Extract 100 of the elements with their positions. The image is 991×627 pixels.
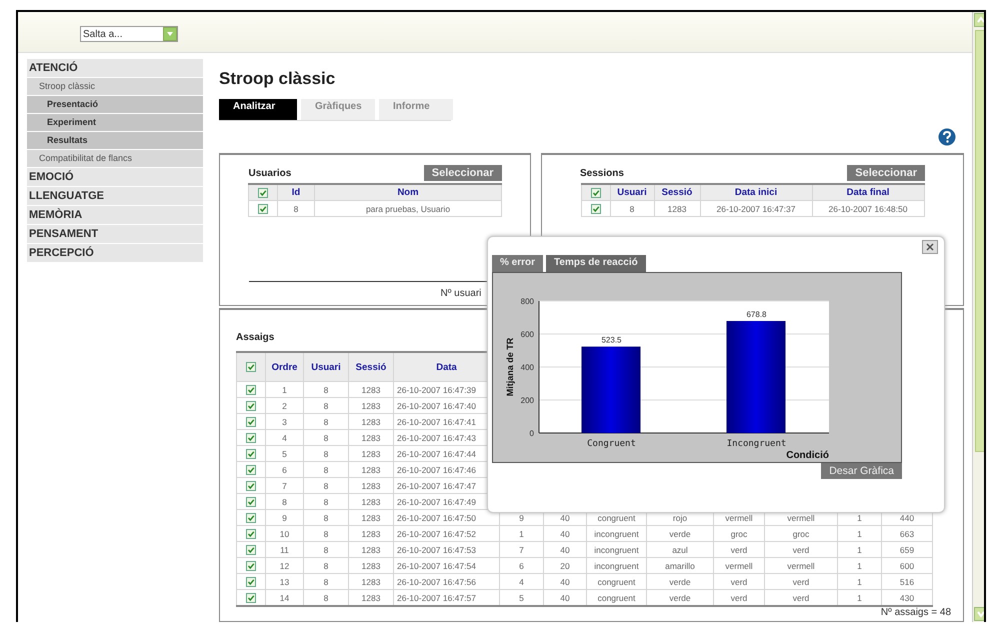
sidebar-item[interactable]: LLENGUATGE bbox=[27, 187, 203, 206]
checkbox[interactable] bbox=[246, 496, 256, 506]
table-cell: 1283 bbox=[348, 430, 394, 446]
table-cell: 1283 bbox=[348, 382, 394, 398]
table-cell: congruent bbox=[586, 574, 646, 590]
checkbox[interactable] bbox=[246, 416, 256, 426]
table-cell: 26-10-2007 16:47:54 bbox=[394, 558, 500, 574]
table-cell: 1283 bbox=[348, 446, 394, 462]
table-cell: 26-10-2007 16:47:56 bbox=[394, 574, 500, 590]
table-cell: 8 bbox=[304, 398, 348, 414]
checkbox[interactable] bbox=[258, 204, 268, 214]
checkbox[interactable] bbox=[246, 560, 256, 570]
table-cell: 9 bbox=[266, 510, 304, 526]
checkbox[interactable] bbox=[246, 400, 256, 410]
sidebar-item[interactable]: EMOCIÓ bbox=[27, 168, 203, 187]
table-cell: 3 bbox=[266, 414, 304, 430]
table-cell: 11 bbox=[266, 542, 304, 558]
column-header[interactable]: Ordre bbox=[266, 352, 304, 382]
column-header[interactable]: Sessió bbox=[348, 352, 394, 382]
table-cell: groc bbox=[714, 526, 764, 542]
sidebar-item[interactable]: Stroop clàssic bbox=[27, 78, 203, 96]
table-cell: 4 bbox=[266, 430, 304, 446]
table-cell: verde bbox=[646, 574, 714, 590]
column-header[interactable]: Sessió bbox=[654, 184, 700, 200]
checkbox[interactable] bbox=[246, 384, 256, 394]
table-cell: verde bbox=[646, 526, 714, 542]
table-cell: 1283 bbox=[654, 200, 700, 216]
table-cell: 6 bbox=[266, 462, 304, 478]
table-cell: 8 bbox=[610, 200, 654, 216]
table-cell: 1283 bbox=[348, 494, 394, 510]
table-cell: 40 bbox=[544, 574, 586, 590]
table-cell: 4 bbox=[500, 574, 544, 590]
column-header[interactable]: Data inici bbox=[700, 184, 812, 200]
sidebar-item[interactable]: PENSAMENT bbox=[27, 225, 203, 244]
table-cell: 6 bbox=[500, 558, 544, 574]
checkbox[interactable] bbox=[246, 448, 256, 458]
checkbox[interactable] bbox=[246, 464, 256, 474]
sidebar-item[interactable]: Compatibilitat de flancs bbox=[27, 150, 203, 168]
table-cell: 40 bbox=[544, 542, 586, 558]
checkbox[interactable] bbox=[246, 592, 256, 602]
user-count: Nº usuari bbox=[440, 288, 482, 299]
caret-icon bbox=[163, 27, 177, 41]
table-cell: 2 bbox=[266, 398, 304, 414]
table-cell: 26-10-2007 16:48:50 bbox=[812, 200, 924, 216]
column-header[interactable]: Data final bbox=[812, 184, 924, 200]
table-cell: incongruent bbox=[586, 558, 646, 574]
sidebar-item[interactable]: PERCEPCIÓ bbox=[27, 244, 203, 263]
table-cell: 1 bbox=[500, 526, 544, 542]
table-cell: 1 bbox=[838, 558, 882, 574]
table-cell: para pruebas, Usuario bbox=[314, 200, 502, 216]
sidebar-item[interactable]: Presentació bbox=[27, 96, 203, 114]
column-header[interactable]: Usuari bbox=[304, 352, 348, 382]
table-cell: 8 bbox=[304, 430, 348, 446]
table-cell: verd bbox=[764, 542, 838, 558]
sidebar-item[interactable]: MEMÒRIA bbox=[27, 206, 203, 225]
select-button[interactable]: Seleccionar bbox=[847, 165, 925, 181]
table-cell: 8 bbox=[304, 526, 348, 542]
checkbox[interactable] bbox=[590, 188, 600, 198]
axis-tick-label: 800 bbox=[520, 297, 534, 306]
checkbox[interactable] bbox=[246, 362, 256, 372]
table-cell: 600 bbox=[882, 558, 932, 574]
help-icon[interactable] bbox=[938, 128, 956, 146]
table-cell: 12 bbox=[266, 558, 304, 574]
table-cell: 8 bbox=[304, 494, 348, 510]
table-cell: 7 bbox=[266, 478, 304, 494]
checkbox[interactable] bbox=[246, 432, 256, 442]
checkbox[interactable] bbox=[246, 512, 256, 522]
sidebar-item[interactable]: Resultats bbox=[27, 132, 203, 150]
checkbox[interactable] bbox=[258, 188, 268, 198]
table-cell: 1283 bbox=[348, 510, 394, 526]
column-header[interactable]: Nom bbox=[314, 184, 502, 200]
table-cell: 13 bbox=[266, 574, 304, 590]
checkbox[interactable] bbox=[246, 528, 256, 538]
table-cell: 8 bbox=[304, 446, 348, 462]
checkbox[interactable] bbox=[246, 480, 256, 490]
category-label: Congruent bbox=[587, 439, 636, 449]
checkbox[interactable] bbox=[246, 576, 256, 586]
table-cell: 20 bbox=[544, 558, 586, 574]
table-cell: verd bbox=[714, 574, 764, 590]
table-cell: 8 bbox=[304, 478, 348, 494]
table-cell: 7 bbox=[500, 542, 544, 558]
save-chart-button[interactable]: Desar Gràfica bbox=[821, 463, 902, 479]
tab[interactable]: Temps de reacció bbox=[546, 255, 646, 272]
table-cell: 26-10-2007 16:47:52 bbox=[394, 526, 500, 542]
column-header[interactable]: Id bbox=[278, 184, 314, 200]
column-header[interactable]: Usuari bbox=[610, 184, 654, 200]
sidebar-item[interactable]: ATENCIÓ bbox=[27, 59, 203, 78]
tab[interactable]: Analitzar bbox=[219, 99, 297, 120]
close-button[interactable] bbox=[922, 240, 938, 254]
x-axis-title: Condició bbox=[786, 450, 829, 461]
jump-dropdown[interactable]: Salta a... bbox=[80, 26, 178, 42]
scroll-thumb[interactable] bbox=[975, 30, 984, 452]
scrollbar[interactable] bbox=[972, 12, 984, 622]
checkbox[interactable] bbox=[246, 544, 256, 554]
sidebar-item[interactable]: Experiment bbox=[27, 114, 203, 132]
checkbox[interactable] bbox=[590, 204, 600, 214]
tab[interactable]: % error bbox=[492, 255, 544, 272]
select-button[interactable]: Seleccionar bbox=[424, 165, 502, 181]
page-title: Stroop clàssic bbox=[219, 69, 336, 89]
panel-title: Assaigs bbox=[236, 332, 274, 343]
